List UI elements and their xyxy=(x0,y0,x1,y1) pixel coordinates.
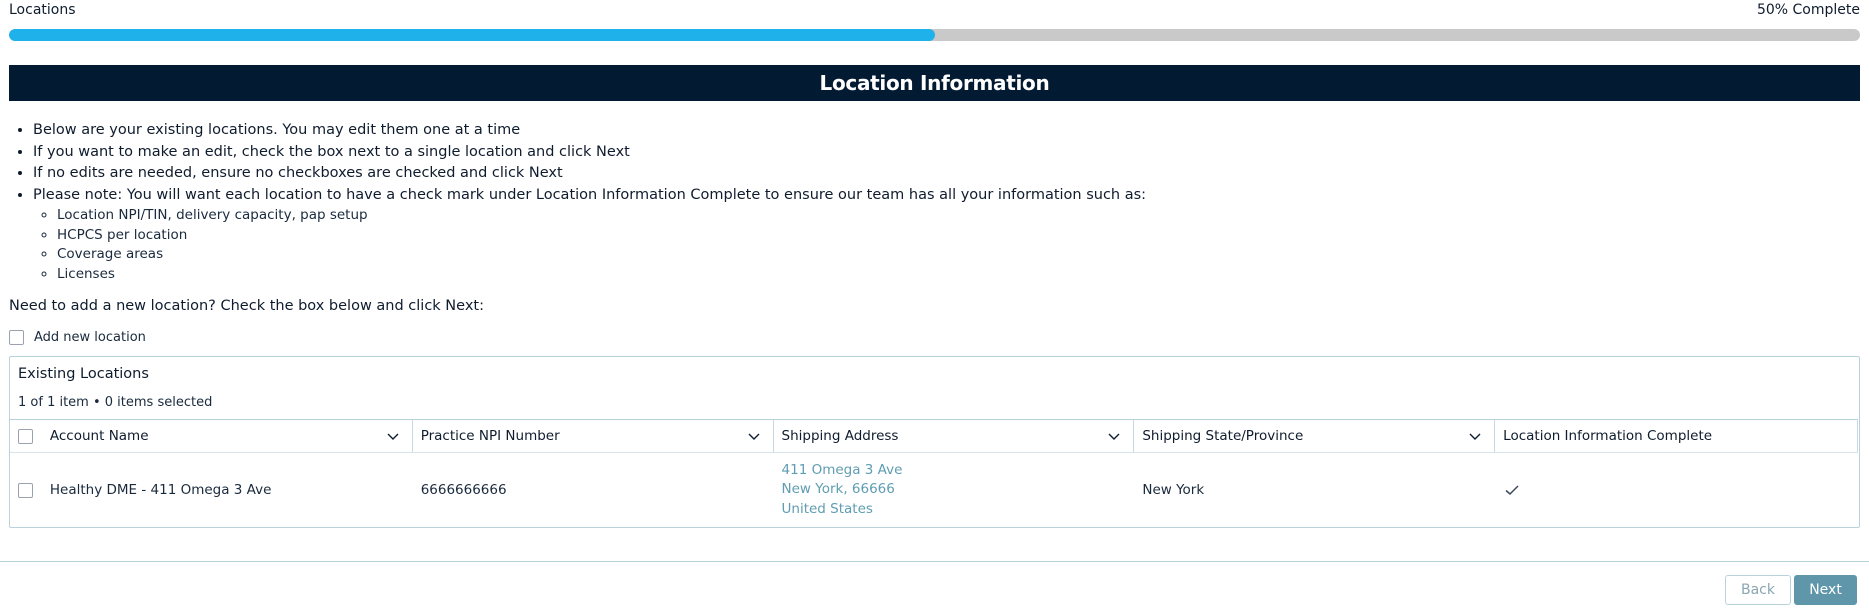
table-header: Account Name Practice NPI Number Shippin… xyxy=(10,419,1858,453)
existing-locations-panel: Existing Locations 1 of 1 item • 0 items… xyxy=(9,356,1860,528)
add-new-location-label[interactable]: Add new location xyxy=(34,330,146,345)
cell-shipping-state: New York xyxy=(1134,453,1495,527)
instruction-sub-item: HCPCS per location xyxy=(57,226,1849,246)
chevron-down-icon[interactable] xyxy=(386,429,400,443)
check-icon xyxy=(1505,485,1519,496)
add-new-location-option[interactable]: Add new location xyxy=(9,327,146,347)
address-line[interactable]: 411 Omega 3 Ave xyxy=(782,461,903,481)
add-new-location-checkbox[interactable] xyxy=(9,329,24,345)
cell-npi: 6666666666 xyxy=(413,453,774,527)
instruction-item: Below are your existing locations. You m… xyxy=(33,120,1849,142)
header-select-cell xyxy=(10,420,42,452)
address-line[interactable]: New York, 66666 xyxy=(782,480,903,500)
chevron-down-icon[interactable] xyxy=(1468,429,1482,443)
instructions-list: Below are your existing locations. You m… xyxy=(9,120,1849,284)
cell-location-complete xyxy=(1495,453,1858,527)
instruction-sub-item: Location NPI/TIN, delivery capacity, pap… xyxy=(57,206,1849,226)
existing-locations-title: Existing Locations xyxy=(18,366,149,382)
progress-status: 50% Complete xyxy=(1756,2,1860,18)
column-header-npi[interactable]: Practice NPI Number xyxy=(413,420,774,452)
npi-number: 6666666666 xyxy=(420,482,507,498)
footer-divider xyxy=(0,561,1869,562)
instruction-item: If no edits are needed, ensure no checkb… xyxy=(33,163,1849,185)
row-select-cell xyxy=(10,453,42,527)
address-line[interactable]: United States xyxy=(782,500,903,520)
cell-account-name: Healthy DME - 411 Omega 3 Ave xyxy=(42,453,413,527)
column-header-label: Shipping State/Province xyxy=(1142,428,1304,444)
column-header-shipping-state[interactable]: Shipping State/Province xyxy=(1134,420,1496,452)
column-header-label: Shipping Address xyxy=(781,428,899,444)
progress-step-label: Locations xyxy=(9,2,76,18)
selection-count: 1 of 1 item • 0 items selected xyxy=(18,395,213,410)
instruction-item: If you want to make an edit, check the b… xyxy=(33,142,1849,164)
select-all-checkbox[interactable] xyxy=(18,429,33,444)
instruction-item: Please note: You will want each location… xyxy=(33,185,1849,285)
column-header-label: Practice NPI Number xyxy=(420,428,560,444)
column-header-shipping-address[interactable]: Shipping Address xyxy=(774,420,1135,452)
cell-shipping-address: 411 Omega 3 Ave New York, 66666 United S… xyxy=(774,453,1135,527)
shipping-address-link[interactable]: 411 Omega 3 Ave New York, 66666 United S… xyxy=(782,461,903,520)
column-header-label: Location Information Complete xyxy=(1503,428,1713,444)
progress-bar-fill xyxy=(9,29,935,41)
column-header-location-complete[interactable]: Location Information Complete xyxy=(1495,420,1858,452)
table-row[interactable]: Healthy DME - 411 Omega 3 Ave 6666666666… xyxy=(10,453,1858,527)
instruction-item-text: Please note: You will want each location… xyxy=(33,186,1147,203)
shipping-state: New York xyxy=(1142,482,1205,498)
progress-bar xyxy=(9,29,1860,41)
instruction-sub-item: Licenses xyxy=(57,265,1849,285)
progress-header: Locations 50% Complete xyxy=(9,2,1860,18)
column-header-label: Account Name xyxy=(49,428,149,444)
chevron-down-icon[interactable] xyxy=(1107,429,1121,443)
instructions: Below are your existing locations. You m… xyxy=(9,120,1849,284)
chevron-down-icon[interactable] xyxy=(747,429,761,443)
section-title-banner: Location Information xyxy=(9,65,1860,101)
column-header-account-name[interactable]: Account Name xyxy=(42,420,413,452)
instruction-sub-list: Location NPI/TIN, delivery capacity, pap… xyxy=(33,206,1849,284)
add-location-prompt: Need to add a new location? Check the bo… xyxy=(9,298,484,314)
next-button[interactable]: Next xyxy=(1794,575,1857,605)
account-name: Healthy DME - 411 Omega 3 Ave xyxy=(49,482,272,498)
instruction-sub-item: Coverage areas xyxy=(57,245,1849,265)
back-button[interactable]: Back xyxy=(1725,575,1791,605)
section-title: Location Information xyxy=(819,71,1050,95)
row-select-checkbox[interactable] xyxy=(18,483,33,498)
